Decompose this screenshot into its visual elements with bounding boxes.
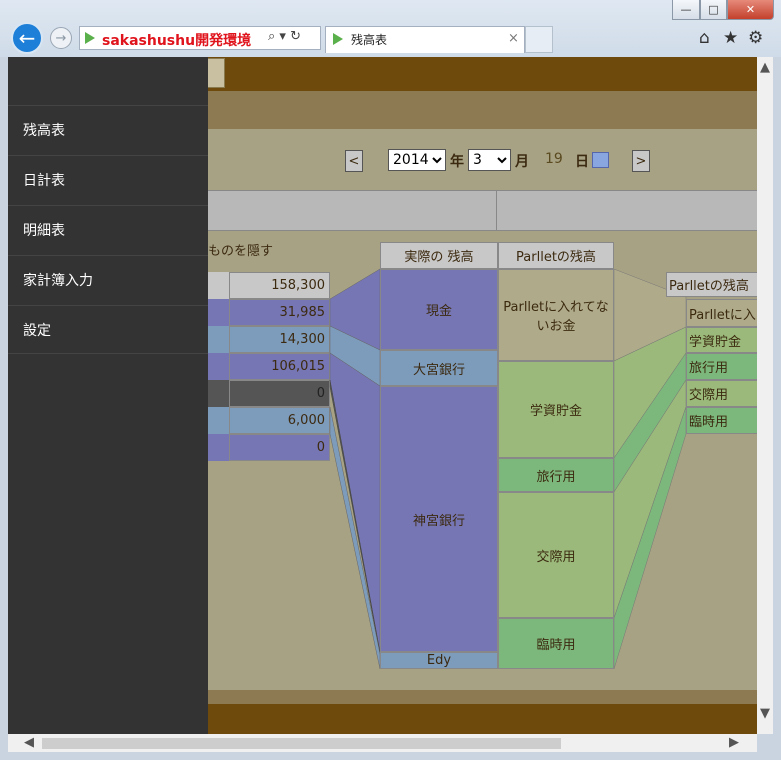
menu-item-household-input[interactable]: 家計簿入力	[8, 255, 208, 304]
parllet2-header: Parlletの残高	[666, 272, 757, 297]
close-window-button[interactable]: ✕	[727, 0, 774, 20]
flow-jingu	[329, 352, 381, 653]
menu-item-balance[interactable]: 残高表	[8, 105, 208, 154]
actual-item-edy[interactable]: Edy	[380, 652, 498, 669]
maximize-button[interactable]: □	[700, 0, 727, 20]
tab-play-icon	[333, 33, 343, 45]
address-actions-icon[interactable]: ⌕ ▾ ↻	[268, 29, 301, 44]
parllet-item-rinji[interactable]: 臨時用	[498, 618, 614, 669]
minimize-button[interactable]: —	[672, 0, 700, 20]
scroll-left-icon[interactable]: ◀	[24, 735, 34, 750]
parllet2-item-rinji[interactable]: 臨時用	[686, 407, 757, 434]
parllet2-item-not-in[interactable]: Parlletに入	[686, 299, 757, 327]
parllet-item-gakushi[interactable]: 学資貯金	[498, 361, 614, 458]
back-button[interactable]: ←	[11, 22, 43, 54]
favorites-star-icon[interactable]: ★	[723, 28, 738, 48]
new-tab-button[interactable]	[525, 26, 553, 53]
scroll-down-icon[interactable]: ▼	[760, 706, 770, 721]
horizontal-scroll-thumb[interactable]	[42, 738, 561, 749]
menu-item-daily[interactable]: 日計表	[8, 155, 208, 204]
actual-item-jingu[interactable]: 神宮銀行	[380, 386, 498, 652]
parllet2-item-kosai[interactable]: 交際用	[686, 380, 757, 407]
menu-item-settings[interactable]: 設定	[8, 305, 208, 354]
side-menu: 残高表 日計表 明細表 家計簿入力 設定	[8, 57, 208, 734]
site-play-icon	[85, 32, 95, 44]
menu-item-details[interactable]: 明細表	[8, 205, 208, 254]
actual-item-cash[interactable]: 現金	[380, 269, 498, 350]
tab-close-icon[interactable]: ×	[508, 31, 519, 46]
actual-balance-header: 実際の 残高	[380, 242, 498, 269]
forward-arrow-icon: →	[55, 30, 67, 46]
vertical-scrollbar[interactable]	[757, 57, 773, 734]
parllet-item-ryoko[interactable]: 旅行用	[498, 458, 614, 492]
forward-button[interactable]: →	[50, 27, 72, 49]
back-arrow-icon: ←	[18, 26, 36, 50]
parllet2-item-gakushi[interactable]: 学資貯金	[686, 327, 757, 353]
settings-gear-icon[interactable]: ⚙	[748, 28, 763, 48]
actual-item-omiya[interactable]: 大宮銀行	[380, 350, 498, 386]
address-text[interactable]: sakashushu開発環境	[102, 30, 251, 50]
parllet-item-kosai[interactable]: 交際用	[498, 492, 614, 618]
home-icon[interactable]: ⌂	[699, 28, 710, 48]
scroll-right-icon[interactable]: ▶	[729, 735, 739, 750]
scroll-up-icon[interactable]: ▲	[760, 60, 770, 75]
parllet-balance-header: Parlletの残高	[498, 242, 614, 269]
tab-title: 残高表	[351, 33, 388, 47]
parllet-item-not-in[interactable]: Parlletに入れてないお金	[498, 269, 614, 361]
parllet2-item-ryoko[interactable]: 旅行用	[686, 353, 757, 380]
